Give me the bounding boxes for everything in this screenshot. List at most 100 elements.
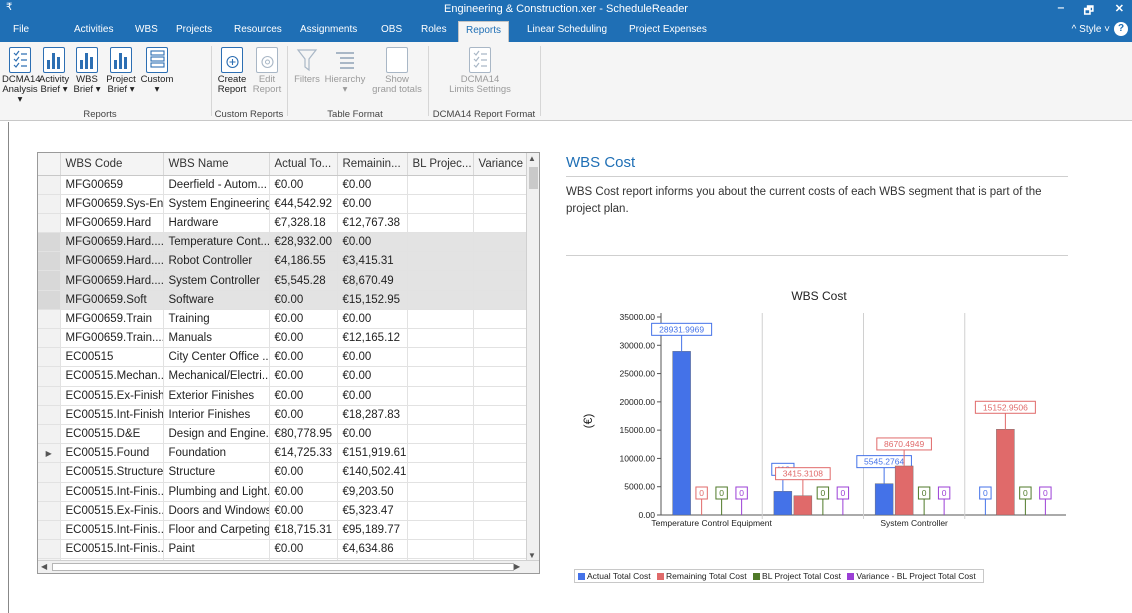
- table-cell[interactable]: [473, 328, 529, 349]
- column-header-variance[interactable]: Variance ...: [473, 153, 529, 176]
- table-cell[interactable]: [407, 232, 474, 253]
- table-cell[interactable]: [407, 386, 474, 406]
- help-icon[interactable]: ?: [1114, 22, 1128, 36]
- row-indicator[interactable]: [38, 386, 61, 406]
- table-cell[interactable]: €18,715.31: [269, 520, 338, 541]
- table-cell[interactable]: €0.00: [337, 309, 408, 330]
- row-indicator[interactable]: [38, 328, 61, 349]
- table-cell[interactable]: [407, 462, 474, 483]
- table-cell[interactable]: [473, 386, 529, 406]
- tab-obs[interactable]: OBS: [381, 24, 402, 35]
- table-cell[interactable]: €0.00: [337, 175, 408, 195]
- table-cell[interactable]: [407, 328, 474, 349]
- dcma14-analysis-button[interactable]: DCMA14 Analysis ▾: [2, 47, 41, 105]
- row-indicator[interactable]: [38, 175, 61, 195]
- table-row[interactable]: EC00515.Structure Structure €0.00 €140,502.…: [38, 462, 529, 483]
- table-cell[interactable]: MFG00659.Hard....: [60, 251, 164, 272]
- table-cell[interactable]: Mechanical/Electri...: [163, 366, 270, 387]
- activity-brief-button[interactable]: Activity Brief ▾: [39, 47, 69, 95]
- table-cell[interactable]: [473, 501, 529, 521]
- table-cell[interactable]: Training: [163, 309, 270, 330]
- scroll-left-icon[interactable]: ◀: [41, 562, 47, 571]
- table-cell[interactable]: €0.00: [269, 328, 338, 349]
- row-indicator[interactable]: [38, 347, 61, 368]
- table-cell[interactable]: [473, 175, 529, 195]
- create-report-button[interactable]: Create Report: [215, 47, 249, 95]
- table-cell[interactable]: Robot Controller: [163, 251, 270, 272]
- table-cell[interactable]: [407, 520, 474, 541]
- column-header-wbs-name[interactable]: WBS Name: [163, 153, 270, 176]
- table-cell[interactable]: €0.00: [337, 194, 408, 214]
- tab-wbs[interactable]: WBS: [135, 24, 158, 35]
- table-cell[interactable]: Hardware: [163, 213, 270, 234]
- table-cell[interactable]: Temperature Cont...: [163, 232, 270, 253]
- table-cell[interactable]: [407, 290, 474, 310]
- row-indicator[interactable]: [38, 405, 61, 425]
- table-cell[interactable]: EC00515.Mechan...: [60, 366, 164, 387]
- column-header-bl-project[interactable]: BL Projec...: [407, 153, 474, 176]
- tab-reports[interactable]: Reports: [458, 21, 510, 42]
- table-cell[interactable]: €0.00: [269, 309, 338, 330]
- tab-roles[interactable]: Roles: [421, 24, 447, 35]
- table-cell[interactable]: €0.00: [269, 539, 338, 560]
- table-cell[interactable]: [473, 270, 529, 291]
- table-cell[interactable]: €0.00: [337, 232, 408, 253]
- tab-project-expenses[interactable]: Project Expenses: [629, 24, 707, 35]
- table-cell[interactable]: €0.00: [269, 405, 338, 425]
- table-cell[interactable]: €95,189.77: [337, 520, 408, 541]
- table-cell[interactable]: [473, 482, 529, 502]
- table-cell[interactable]: €0.00: [337, 347, 408, 368]
- table-cell[interactable]: [407, 366, 474, 387]
- show-grand-totals-button[interactable]: Show grand totals: [368, 47, 426, 95]
- vertical-scrollbar[interactable]: ▲ ▼: [526, 153, 539, 561]
- table-cell[interactable]: €44,542.92: [269, 194, 338, 214]
- row-indicator[interactable]: [38, 270, 61, 291]
- table-cell[interactable]: [473, 539, 529, 560]
- table-cell[interactable]: Structure: [163, 462, 270, 483]
- table-cell[interactable]: EC00515.Ex-Finish: [60, 386, 164, 406]
- row-indicator[interactable]: [38, 309, 61, 330]
- row-indicator[interactable]: [38, 462, 61, 483]
- wbs-brief-button[interactable]: WBS Brief ▾: [72, 47, 102, 95]
- minimize-icon[interactable]: ‒: [1058, 2, 1064, 14]
- table-cell[interactable]: €80,778.95: [269, 424, 338, 445]
- table-cell[interactable]: EC00515.Int-Finis...: [60, 482, 164, 502]
- table-cell[interactable]: [407, 501, 474, 521]
- row-indicator[interactable]: [38, 520, 61, 541]
- horizontal-scrollbar[interactable]: ◀ ▶: [38, 560, 539, 573]
- table-row[interactable]: EC00515.Int-Finis... Paint €0.00 €4,634.86: [38, 539, 529, 560]
- table-cell[interactable]: MFG00659.Hard....: [60, 270, 164, 291]
- table-cell[interactable]: MFG00659.Train....: [60, 328, 164, 349]
- table-cell[interactable]: EC00515: [60, 347, 164, 368]
- table-cell[interactable]: €4,634.86: [337, 539, 408, 560]
- row-indicator[interactable]: [38, 501, 61, 521]
- table-cell[interactable]: [407, 213, 474, 234]
- filters-button[interactable]: Filters: [291, 47, 323, 85]
- table-cell[interactable]: €7,328.18: [269, 213, 338, 234]
- table-cell[interactable]: [407, 347, 474, 368]
- row-indicator[interactable]: [38, 482, 61, 502]
- table-cell[interactable]: [473, 251, 529, 272]
- hierarchy-button[interactable]: Hierarchy ▾: [324, 47, 366, 95]
- table-cell[interactable]: System Engineering: [163, 194, 270, 214]
- table-cell[interactable]: €0.00: [337, 386, 408, 406]
- table-cell[interactable]: [407, 175, 474, 195]
- row-indicator[interactable]: [38, 290, 61, 310]
- table-cell[interactable]: [407, 539, 474, 560]
- table-row[interactable]: MFG00659 Deerfield - Autom... €0.00 €0.00: [38, 175, 529, 195]
- row-indicator[interactable]: [38, 251, 61, 272]
- table-row[interactable]: MFG00659.Hard.... System Controller €5,545…: [38, 270, 529, 291]
- table-row[interactable]: EC00515.Int-Finis... Floor and Carpeting €…: [38, 520, 529, 541]
- table-cell[interactable]: €140,502.41: [337, 462, 408, 483]
- table-cell[interactable]: €151,919.61: [337, 443, 408, 464]
- table-cell[interactable]: [407, 194, 474, 214]
- scroll-thumb[interactable]: [52, 563, 514, 571]
- scroll-down-icon[interactable]: ▼: [528, 551, 536, 560]
- table-row[interactable]: EC00515.D&E Design and Engine... €80,778.9…: [38, 424, 529, 445]
- column-header-wbs-code[interactable]: WBS Code: [60, 153, 164, 176]
- dcma14-limits-settings-button[interactable]: DCMA14 Limits Settings: [440, 47, 520, 95]
- table-cell[interactable]: [473, 405, 529, 425]
- row-indicator[interactable]: [38, 366, 61, 387]
- table-cell[interactable]: [473, 232, 529, 253]
- table-cell[interactable]: [407, 424, 474, 445]
